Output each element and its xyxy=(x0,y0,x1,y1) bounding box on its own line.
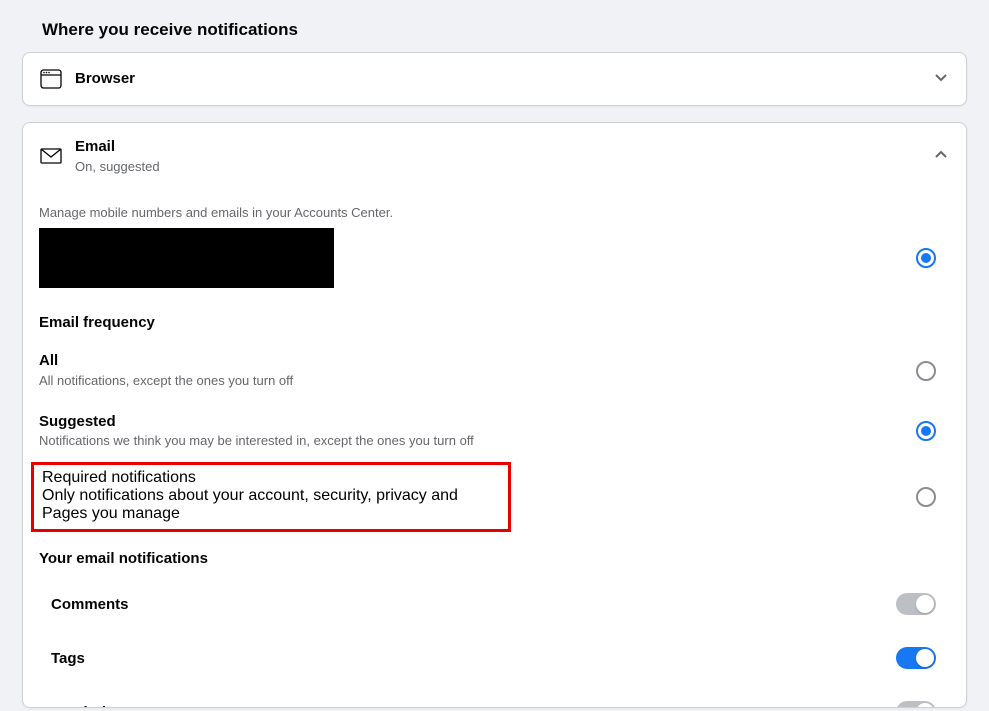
page-title: Where you receive notifications xyxy=(0,0,989,52)
toggle-row-tags[interactable]: Tags xyxy=(39,631,954,685)
browser-icon xyxy=(39,67,63,91)
email-title: Email xyxy=(75,137,932,157)
browser-header[interactable]: Browser xyxy=(23,53,966,105)
redacted-account-info xyxy=(39,228,334,288)
chevron-up-icon xyxy=(932,145,950,168)
email-subtitle: On, suggested xyxy=(75,159,932,176)
toggle-comments-label: Comments xyxy=(39,596,129,613)
option-required-title: Required notifications xyxy=(42,469,500,487)
frequency-option-required[interactable]: Required notifications Only notification… xyxy=(39,462,954,532)
email-card: Email On, suggested Manage mobile number… xyxy=(22,122,967,708)
toggle-reminders-label: Reminders xyxy=(39,704,129,708)
browser-title: Browser xyxy=(75,69,932,89)
toggle-row-reminders[interactable]: Reminders xyxy=(39,685,954,707)
toggle-row-comments[interactable]: Comments xyxy=(39,577,954,631)
option-all-radio[interactable] xyxy=(916,361,936,381)
toggle-tags[interactable] xyxy=(896,647,936,669)
required-highlight-box: Required notifications Only notification… xyxy=(31,462,511,532)
toggle-reminders[interactable] xyxy=(896,701,936,707)
chevron-down-icon xyxy=(932,68,950,91)
toggle-comments[interactable] xyxy=(896,593,936,615)
option-suggested-desc: Notifications we think you may be intere… xyxy=(39,433,474,450)
option-required-radio[interactable] xyxy=(916,487,936,507)
toggle-tags-label: Tags xyxy=(39,650,85,667)
your-notifications-heading: Your email notifications xyxy=(39,550,954,567)
account-radio[interactable] xyxy=(916,248,936,268)
option-required-desc: Only notifications about your account, s… xyxy=(42,487,500,523)
email-icon xyxy=(39,144,63,168)
manage-contacts-text: Manage mobile numbers and emails in your… xyxy=(39,205,954,220)
option-suggested-radio[interactable] xyxy=(916,421,936,441)
option-all-title: All xyxy=(39,351,293,371)
frequency-option-suggested[interactable]: Suggested Notifications we think you may… xyxy=(39,402,954,462)
browser-card: Browser xyxy=(22,52,967,106)
option-all-desc: All notifications, except the ones you t… xyxy=(39,373,293,390)
option-suggested-title: Suggested xyxy=(39,412,474,432)
frequency-heading: Email frequency xyxy=(39,314,954,331)
email-card-body[interactable]: Manage mobile numbers and emails in your… xyxy=(23,189,966,707)
frequency-option-all[interactable]: All All notifications, except the ones y… xyxy=(39,341,954,401)
account-row[interactable] xyxy=(39,228,954,296)
email-header[interactable]: Email On, suggested xyxy=(23,123,966,189)
